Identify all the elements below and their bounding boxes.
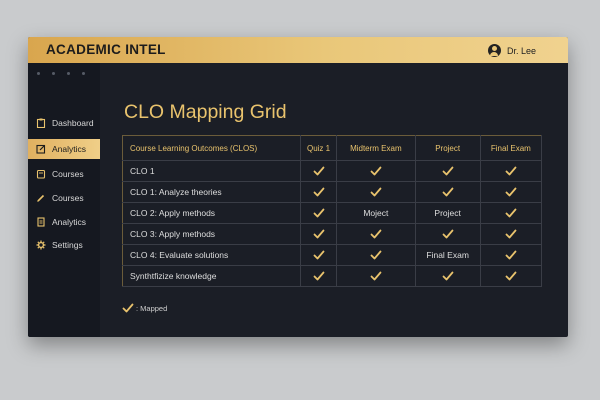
table-row: CLO 4: Evaluate solutions Final Exam [122, 244, 543, 266]
mapped-cell[interactable] [415, 181, 481, 203]
legend: : Mapped [122, 303, 167, 313]
outcome-cell: CLO 3: Apply methods [122, 223, 301, 245]
mapped-cell[interactable] [480, 160, 543, 182]
window-dots [37, 72, 97, 75]
app-title: ACADEMIC INTEL [46, 42, 166, 57]
mapped-cell[interactable] [300, 265, 338, 287]
gear-icon [36, 240, 46, 250]
book-icon [36, 169, 46, 179]
mapped-cell[interactable] [480, 181, 543, 203]
sidebar-item-label: Dashboard [52, 118, 94, 128]
check-icon [370, 250, 382, 260]
column-header: Quiz 1 [300, 135, 338, 161]
sidebar-item-courses[interactable]: Courses [28, 164, 100, 184]
document-icon [37, 217, 45, 227]
mapped-cell[interactable] [300, 160, 338, 182]
app-window: ACADEMIC INTEL Dr. Lee Dashboard Analyti… [28, 37, 568, 337]
check-icon [442, 166, 454, 176]
outcome-cell: CLO 1: Analyze theories [122, 181, 301, 203]
table-row: CLO 1: Analyze theories [122, 181, 543, 203]
clo-mapping-table: Course Learning Outcomes (CLOS) Quiz 1 M… [122, 135, 543, 287]
check-icon [370, 166, 382, 176]
check-icon [370, 229, 382, 239]
dot [37, 72, 40, 75]
table-header-row: Course Learning Outcomes (CLOS) Quiz 1 M… [122, 135, 543, 161]
check-icon [442, 229, 454, 239]
mapped-cell[interactable] [415, 223, 481, 245]
mapped-cell[interactable] [480, 244, 543, 266]
sidebar-item-analytics[interactable]: Analytics [28, 139, 100, 159]
legend-label: : Mapped [136, 303, 168, 313]
edit-icon [36, 144, 46, 154]
mapped-cell[interactable] [336, 223, 416, 245]
text-cell[interactable]: Project [415, 202, 481, 224]
outcome-cell: CLO 4: Evaluate solutions [122, 244, 301, 266]
mapped-cell[interactable] [300, 202, 338, 224]
mapped-cell[interactable] [300, 181, 338, 203]
mapped-cell[interactable] [415, 160, 481, 182]
dot [67, 72, 70, 75]
check-icon [313, 271, 324, 281]
mapped-cell[interactable] [480, 223, 543, 245]
check-icon [313, 166, 324, 176]
table-row: CLO 1 [122, 160, 543, 182]
mapped-cell[interactable] [336, 244, 416, 266]
sidebar-item-label: Settings [52, 240, 83, 250]
sidebar-item-settings[interactable]: Settings [28, 235, 100, 255]
sidebar-item-label: Courses [52, 193, 84, 203]
clipboard-icon [36, 118, 46, 128]
mapped-cell[interactable] [415, 265, 481, 287]
column-header: Course Learning Outcomes (CLOS) [122, 135, 301, 161]
outcome-cell: CLO 2: Apply methods [122, 202, 301, 224]
sidebar-item-label: Analytics [52, 144, 87, 154]
sidebar-item-label: Analytics [52, 217, 87, 227]
sidebar: Dashboard Analytics Courses Courses Anal… [28, 63, 100, 337]
table-row: Synthtfizize knowledge [122, 265, 543, 287]
check-icon [313, 229, 324, 239]
page-title: CLO Mapping Grid [124, 101, 287, 123]
dot [82, 72, 85, 75]
sidebar-item-courses-2[interactable]: Courses [28, 188, 100, 208]
mapped-cell[interactable] [480, 202, 543, 224]
mapped-cell[interactable] [480, 265, 543, 287]
user-name: Dr. Lee [506, 45, 536, 56]
table-row: CLO 3: Apply methods [122, 223, 543, 245]
mapped-cell[interactable] [300, 244, 338, 266]
pen-icon [37, 194, 45, 202]
check-icon [313, 250, 324, 260]
text-cell[interactable]: Moject [336, 202, 416, 224]
text-cell[interactable]: Final Exam [415, 244, 481, 266]
user-menu[interactable]: Dr. Lee [487, 43, 536, 58]
column-header: Final Exam [480, 135, 543, 161]
check-icon [505, 187, 517, 197]
mapped-cell[interactable] [336, 181, 416, 203]
check-icon [505, 271, 517, 281]
check-icon [505, 250, 517, 260]
mapped-cell[interactable] [336, 265, 416, 287]
check-icon [505, 229, 517, 239]
user-avatar-icon [487, 44, 501, 57]
sidebar-item-label: Courses [52, 169, 84, 179]
check-icon [313, 187, 324, 197]
column-header: Project [415, 135, 481, 161]
outcome-cell: Synthtfizize knowledge [122, 265, 301, 287]
check-icon [370, 271, 382, 281]
check-icon [313, 208, 324, 218]
check-icon [442, 271, 454, 281]
check-icon [505, 166, 517, 176]
mapped-cell[interactable] [336, 160, 416, 182]
check-icon [370, 187, 382, 197]
table-row: CLO 2: Apply methods Moject Project [122, 202, 543, 224]
check-icon [442, 187, 454, 197]
dot [52, 72, 55, 75]
check-icon [505, 208, 517, 218]
mapped-cell[interactable] [300, 223, 338, 245]
outcome-cell: CLO 1 [122, 160, 301, 182]
sidebar-item-analytics-2[interactable]: Analytics [28, 212, 100, 232]
check-icon [122, 303, 134, 313]
column-header: Midterm Exam [336, 135, 416, 161]
sidebar-item-dashboard[interactable]: Dashboard [28, 113, 100, 133]
top-bar: ACADEMIC INTEL Dr. Lee [28, 37, 568, 63]
